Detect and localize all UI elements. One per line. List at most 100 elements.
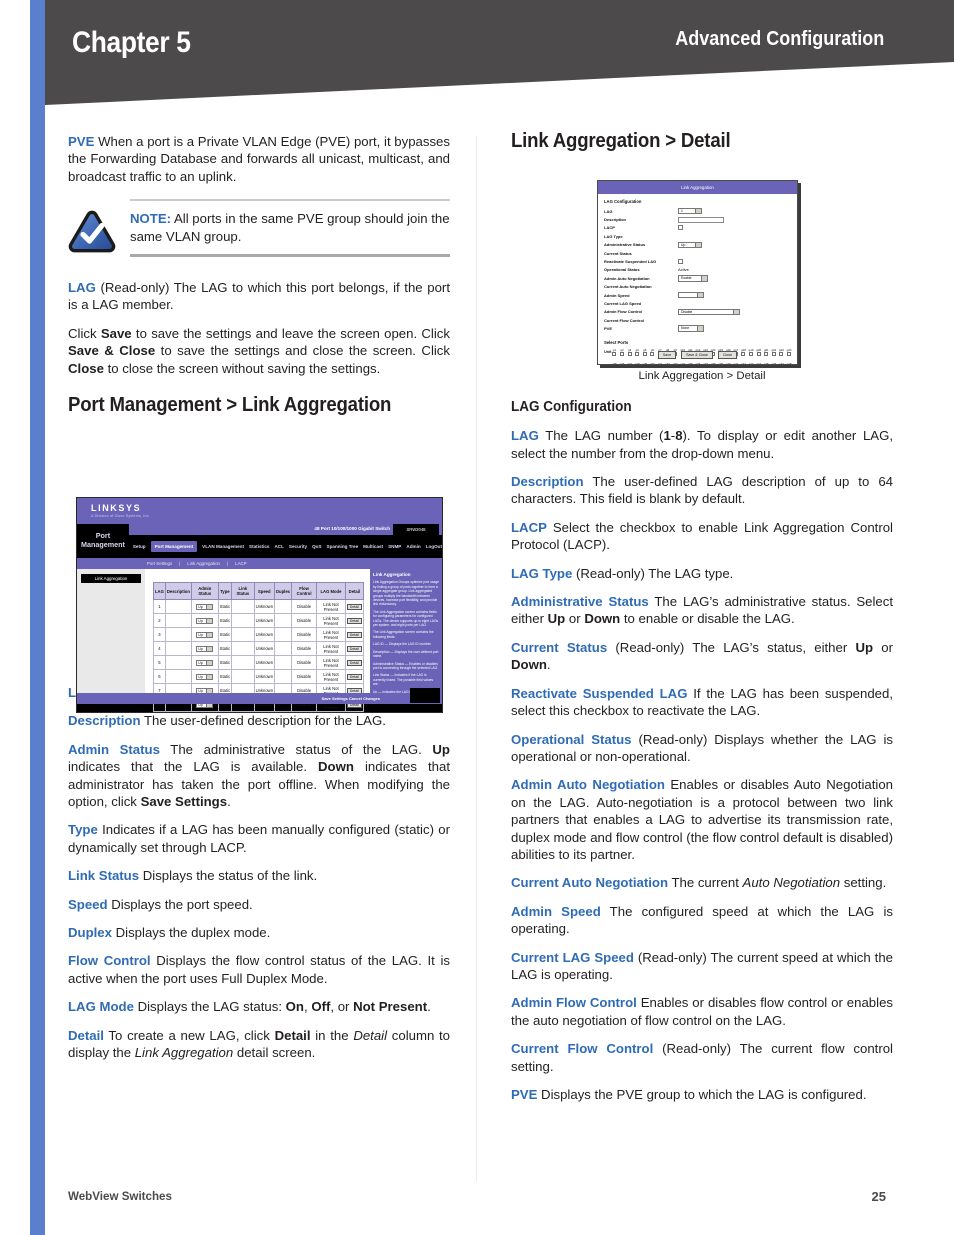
tab-admin[interactable]: Admin	[406, 544, 420, 549]
rcurrent-up: Up	[855, 639, 874, 655]
select-admin-auto-negotiation[interactable]: Enable	[678, 275, 708, 282]
select-lag[interactable]: 1	[678, 208, 702, 215]
field-admin-flow-control: Admin Flow Control Disable	[604, 308, 791, 316]
checkbox-reactivate-suspended-lag[interactable]	[678, 259, 683, 265]
field-operational-status: Operational Status Active	[604, 266, 791, 274]
cell-duplex	[274, 669, 292, 684]
note-text: All ports in the same PVE group should j…	[130, 211, 450, 244]
detail-button[interactable]: Detail	[346, 659, 362, 666]
rdef-admin-speed: Admin Speed The configured speed at whic…	[511, 903, 893, 938]
select-pve[interactable]: None	[678, 325, 704, 332]
dialog-section-heading: LAG Configuration	[604, 199, 642, 204]
def-term-type: Type	[68, 822, 98, 838]
cell-duplex	[274, 613, 292, 628]
def-description: Description The user-defined description…	[68, 712, 450, 729]
rcurrent-t3: .	[546, 657, 551, 673]
close-button-label: Close	[68, 360, 104, 376]
select-administrative-status[interactable]: Up	[678, 241, 702, 248]
save-button[interactable]: Save	[657, 351, 677, 359]
rcan-t1: The current	[668, 875, 743, 891]
subnav-port-settings[interactable]: Port Settings	[147, 561, 172, 566]
rdef-term-lag: LAG	[511, 428, 539, 444]
checkbox-lacp[interactable]	[678, 225, 683, 231]
detail-button[interactable]: Detail	[346, 603, 362, 610]
subnav-link-aggregation[interactable]: Link Aggregation	[187, 561, 220, 566]
table-row: 1 Up Static Unknown Disable Link Not Pre…	[153, 599, 365, 614]
tab-port-management[interactable]: Port Management	[150, 541, 198, 552]
note-body: NOTE: All ports in the same PVE group sh…	[130, 210, 450, 245]
lagmode-t1: Displays the LAG status:	[133, 999, 286, 1015]
tab-logout[interactable]: LogOut	[426, 544, 442, 549]
save-text-2: to save the settings and leave the scree…	[131, 325, 450, 341]
admin-status-select[interactable]: Up	[196, 645, 214, 652]
cell-description	[164, 641, 192, 656]
tab-statistics[interactable]: Statistics	[249, 544, 269, 549]
col-duplex: Duplex	[274, 582, 292, 600]
port-cell: g47	[778, 362, 784, 364]
label-current-auto-negotiation: Current Auto Negotiation	[604, 284, 652, 290]
port-number: g33	[672, 361, 678, 365]
admin-status-select[interactable]: Up	[196, 617, 214, 624]
cell-admin-status: Up	[190, 613, 219, 628]
cell-lag-mode: Link Not Present	[316, 669, 346, 684]
lag-body: (Read-only) The LAG to which this port b…	[68, 280, 450, 313]
sidebar-item-link-aggregation[interactable]: Link Aggregation	[81, 574, 141, 583]
cell-lag: 2	[153, 613, 166, 628]
tab-spanning-tree[interactable]: Spanning Tree	[327, 544, 359, 549]
port-cell: g42	[740, 362, 746, 364]
rdef-term-admin-flow-control: Admin Flow Control	[511, 995, 637, 1011]
port-cell: g32	[665, 362, 671, 364]
rdef-term-pve: PVE	[511, 1087, 538, 1102]
cell-description	[164, 599, 192, 614]
subnav-lacp[interactable]: LACP	[235, 561, 246, 566]
cell-link-status	[231, 627, 255, 642]
chapter-title: Chapter 5	[72, 26, 191, 59]
port-number: g46	[771, 361, 777, 365]
help-paragraph: Administrative Status — Enables or disab…	[373, 661, 439, 670]
tab-snmp[interactable]: SNMP	[388, 544, 401, 549]
label-current-flow-control: Current Flow Control	[604, 317, 644, 323]
col-lag-mode: LAG Mode	[316, 582, 346, 600]
admin-status-select[interactable]: Up	[196, 673, 214, 680]
note-callout: NOTE: All ports in the same PVE group sh…	[68, 199, 450, 258]
detail-button[interactable]: Detail	[346, 631, 362, 638]
detail-button[interactable]: Detail	[346, 645, 362, 652]
input-description[interactable]	[678, 216, 724, 223]
rcurrent-down: Down	[511, 657, 547, 673]
close-button[interactable]: Close	[717, 351, 738, 359]
table-row: 4 Up Static Unknown Disable Link Not Pre…	[153, 641, 365, 656]
tab-vlan-management[interactable]: VLAN Management	[202, 544, 244, 549]
tab-setup[interactable]: Setup	[133, 544, 146, 549]
cell-description	[164, 669, 192, 684]
port-number: g29	[642, 361, 648, 365]
label-lag: LAG	[604, 208, 613, 214]
select-admin-speed[interactable]	[678, 291, 704, 299]
rdef-text-lag-type: (Read-only) The LAG type.	[572, 565, 734, 581]
detail-button[interactable]: Detail	[346, 673, 362, 680]
cell-detail: Detail	[344, 627, 365, 642]
tab-qos[interactable]: QoS	[312, 544, 321, 549]
admin-status-select[interactable]: Up	[196, 603, 214, 610]
def-admin-status: Admin Status The administrative status o…	[68, 741, 450, 811]
select-admin-flow-control[interactable]: Disable	[678, 308, 740, 316]
tab-multicast[interactable]: Multicast	[363, 544, 383, 549]
footer-actions[interactable]: Save Settings Cancel Changes	[322, 696, 380, 701]
tab-acl[interactable]: ACL	[274, 544, 283, 549]
rdef-term-operational-status: Operational Status	[511, 731, 632, 747]
cell-lag: 5	[153, 655, 166, 670]
rdef-lag-type: LAG Type (Read-only) The LAG type.	[511, 565, 893, 582]
figure-link-aggregation-detail: Link Aggregation LAG Configuration LAG 1…	[597, 180, 798, 365]
cell-lag: 4	[153, 641, 166, 656]
cell-speed: Unknown	[253, 599, 276, 614]
tab-security[interactable]: Security	[289, 544, 307, 549]
admin-status-select[interactable]: Up	[196, 631, 214, 638]
admin-status-select[interactable]: Up	[196, 659, 214, 666]
save-and-close-button[interactable]: Save & Close	[681, 351, 713, 359]
rlag-min: 1	[663, 428, 671, 444]
subnav-sep-1: |	[179, 561, 181, 566]
cell-speed: Unknown	[253, 669, 276, 684]
rlag-t1: The LAG number (	[538, 428, 664, 444]
port-cell: g34	[680, 362, 686, 364]
table-row: 5 Up Static Unknown Disable Link Not Pre…	[153, 655, 365, 670]
detail-button[interactable]: Detail	[346, 617, 362, 624]
